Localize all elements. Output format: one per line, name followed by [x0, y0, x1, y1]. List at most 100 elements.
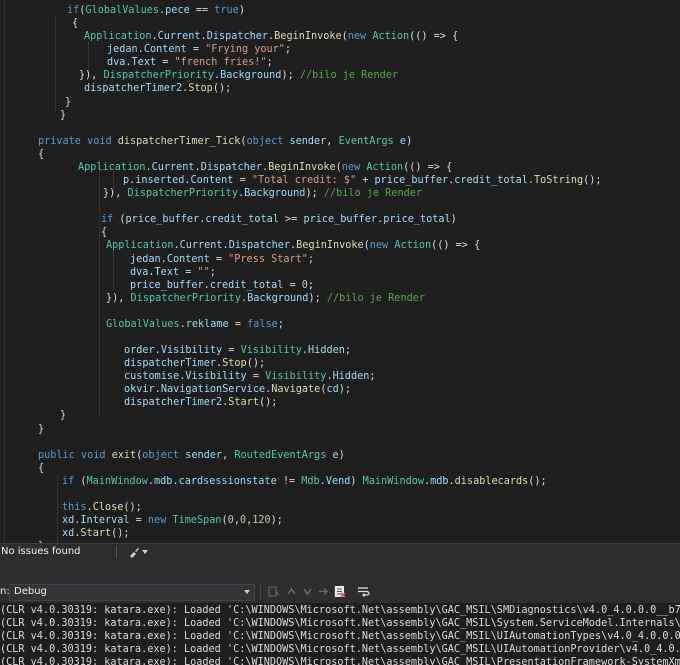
code-line: }: [65, 96, 71, 109]
code-line: private void dispatcherTimer_Tick(object…: [38, 135, 412, 148]
code-token: Mdb: [301, 475, 320, 487]
code-token: =: [222, 345, 241, 357]
output-text[interactable]: (CLR v4.0.30319: katara.exe): Loaded 'C:…: [0, 603, 680, 665]
code-token: Background: [247, 292, 309, 304]
code-token: +: [356, 175, 375, 187]
code-token: =: [233, 175, 252, 187]
code-editor[interactable]: if(GlobalValues.pece == true) { Applicatio…: [0, 0, 680, 543]
previous-message-icon[interactable]: [284, 584, 299, 599]
code-token: new: [369, 240, 395, 252]
code-line: dva.Text = "french fries!";: [107, 56, 273, 69]
code-token: ): [350, 475, 363, 487]
code-token: dispatcherTimer_Tick: [117, 135, 241, 147]
code-token: ();: [111, 528, 130, 540]
next-message-icon[interactable]: [300, 584, 315, 599]
code-token: inserted: [135, 175, 185, 187]
code-token: DispatcherPriority: [103, 70, 214, 82]
code-token: ;: [369, 371, 376, 383]
toolbar-separator: [260, 585, 261, 599]
code-line: if (price_buffer.credit_total >= price_b…: [101, 213, 457, 226]
code-token: ;: [277, 318, 284, 330]
code-token: customise: [124, 371, 180, 383]
code-token: mdb: [430, 475, 449, 487]
code-token: Visibility: [185, 371, 247, 383]
code-token: new: [147, 515, 173, 527]
code-token: cd: [326, 384, 339, 396]
code-token: "": [197, 266, 210, 278]
code-token: );: [281, 70, 300, 82]
code-token: credit_total: [205, 214, 279, 226]
code-token: }),: [103, 188, 128, 200]
code-token: TimeSpan: [172, 515, 222, 527]
code-line: dispatcherTimer.Stop();: [124, 357, 265, 370]
code-token: ): [450, 214, 457, 226]
code-token: (() => {: [431, 240, 481, 252]
code-token: Stop: [222, 358, 247, 370]
code-token: Content: [143, 44, 187, 56]
code-token: =: [179, 266, 198, 278]
code-token: =: [129, 515, 148, 527]
code-token: pece: [165, 5, 190, 16]
word-wrap-icon[interactable]: [356, 584, 371, 599]
code-line: }), DispatcherPriority.Background); //bi…: [103, 187, 422, 200]
clear-all-icon[interactable]: [332, 584, 347, 599]
code-token: new: [341, 161, 367, 173]
code-token: (() => {: [409, 31, 459, 43]
code-line: Application.Current.Dispatcher.BeginInvo…: [78, 161, 452, 174]
code-token: NavigationService: [160, 384, 266, 396]
code-token: );: [270, 515, 283, 527]
code-token: Hidden: [308, 345, 345, 357]
code-line: if(GlobalValues.pece == true): [67, 4, 245, 17]
find-message-icon[interactable]: [266, 584, 281, 599]
indent-guide: [99, 160, 100, 415]
code-line: p.inserted.Content = "Total credit: $" +…: [123, 174, 602, 187]
code-line: if (MainWindow.mdb.cardsessionstate != M…: [62, 475, 547, 488]
code-line: }: [60, 109, 66, 122]
code-line: xd.Interval = new TimeSpan(0,0,120);: [62, 514, 283, 527]
code-token: =: [209, 253, 229, 265]
code-token: GlobalValues: [85, 5, 160, 16]
code-token: Content: [190, 175, 234, 187]
code-line: jedan.Content = "Frying your";: [107, 43, 291, 56]
code-line: {: [38, 148, 44, 161]
code-token: ;: [344, 345, 351, 357]
code-token: Dispatcher: [206, 31, 269, 43]
code-cleanup-icon[interactable]: [128, 547, 140, 558]
code-token: true: [214, 5, 239, 16]
code-token: Action: [366, 161, 404, 173]
code-line: }: [38, 423, 44, 436]
code-token: Application: [78, 161, 146, 173]
issues-status: No issues found: [1, 546, 81, 557]
code-token: Close: [92, 502, 124, 514]
code-token: this: [62, 502, 87, 514]
code-token: "Press Start": [228, 253, 308, 265]
code-token: private void: [38, 135, 118, 147]
code-line: okvir.NavigationService.Navigate(cd);: [124, 383, 351, 396]
code-token: =: [246, 371, 266, 383]
code-token: credit_total: [209, 279, 284, 291]
code-token: ;: [284, 44, 292, 56]
code-token: BeginInvoke: [296, 240, 364, 252]
code-token: }: [38, 423, 45, 435]
code-token: Vend: [325, 475, 351, 487]
code-token: reklame: [185, 318, 229, 330]
code-token: !=: [276, 475, 302, 487]
chevron-down-icon[interactable]: [142, 550, 148, 554]
code-token: Visibility: [160, 345, 223, 357]
code-token: exit: [111, 449, 137, 461]
code-token: Application: [84, 31, 152, 43]
status-bar: No issues found: [0, 543, 680, 561]
code-token: xd: [62, 515, 75, 527]
code-token: ();: [212, 83, 232, 95]
code-line: Application.Current.Dispatcher.BeginInvo…: [84, 30, 458, 43]
code-line: price_buffer.credit_total = 0;: [130, 279, 314, 292]
code-token: }),: [106, 292, 131, 304]
code-token: ;: [307, 279, 315, 291]
go-to-message-icon[interactable]: [316, 584, 331, 599]
code-token: ();: [528, 475, 547, 487]
code-token: (() => {: [403, 161, 453, 173]
code-token: mdb: [154, 475, 173, 487]
code-token: =: [186, 44, 206, 56]
code-token: "Frying your": [205, 44, 285, 56]
output-source-select[interactable]: Debug: [9, 584, 255, 601]
